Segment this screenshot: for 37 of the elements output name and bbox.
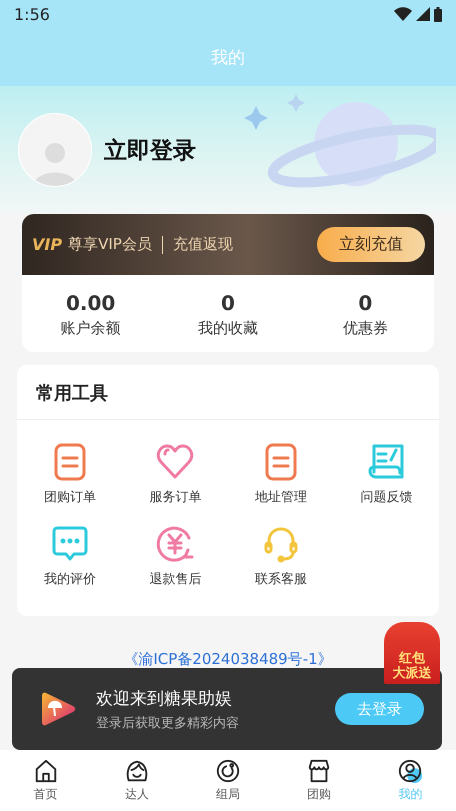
nav-tab[interactable]: 首页 (0, 750, 92, 811)
stat-label[interactable]: 我的收藏 (198, 319, 258, 338)
recharge-text: 充值返现 (172, 235, 233, 254)
gift-envelope-promo[interactable]: 红包 大派送 (384, 622, 440, 684)
wifi-icon (394, 7, 412, 21)
tool-item[interactable]: 我的评价 (17, 524, 122, 588)
signal-icon (416, 7, 430, 21)
icp-link[interactable]: 《渝ICP备2024038489号-1》 (123, 650, 333, 669)
nav-tab[interactable]: 达人 (91, 750, 182, 811)
woman-icon (124, 758, 150, 784)
battery-icon (434, 6, 442, 22)
section-title: 常用工具 (17, 365, 439, 420)
stat-label[interactable]: 账户余额 (60, 319, 121, 338)
tool-item[interactable]: 退款售后 (122, 524, 228, 588)
status-time: 1:56 (14, 4, 50, 24)
toast-title: 欢迎来到糖果助娱 (96, 688, 233, 710)
vip-text: 尊享VIP会员 (68, 235, 152, 254)
nav-tab[interactable]: 团购 (274, 750, 365, 811)
tool-item[interactable]: 问题反馈 (334, 442, 439, 506)
app-logo-icon (40, 690, 76, 728)
user-icon (397, 758, 424, 784)
login-link[interactable]: 立即登录 (104, 134, 196, 166)
tool-item[interactable]: 地址管理 (228, 442, 334, 506)
recharge-button[interactable]: 立刻充值 (317, 227, 425, 262)
stat-value: 0 (358, 291, 372, 315)
nav-tab[interactable]: 组局 (182, 750, 274, 811)
yen-refund-icon (155, 524, 196, 564)
stat-value: 0 (221, 291, 235, 315)
page-title: 我的 (211, 46, 245, 68)
tool-item[interactable]: 联系客服 (228, 524, 334, 588)
stat-label[interactable]: 优惠券 (342, 319, 388, 338)
vip-logo: VIP (32, 235, 62, 254)
tool-item[interactable]: 服务订单 (122, 442, 228, 506)
tool-item[interactable]: 团购订单 (17, 442, 122, 506)
toast-subtitle: 登录后获取更多精彩内容 (96, 714, 239, 732)
stat-value: 0.00 (66, 291, 116, 315)
circle-icon (215, 758, 241, 784)
